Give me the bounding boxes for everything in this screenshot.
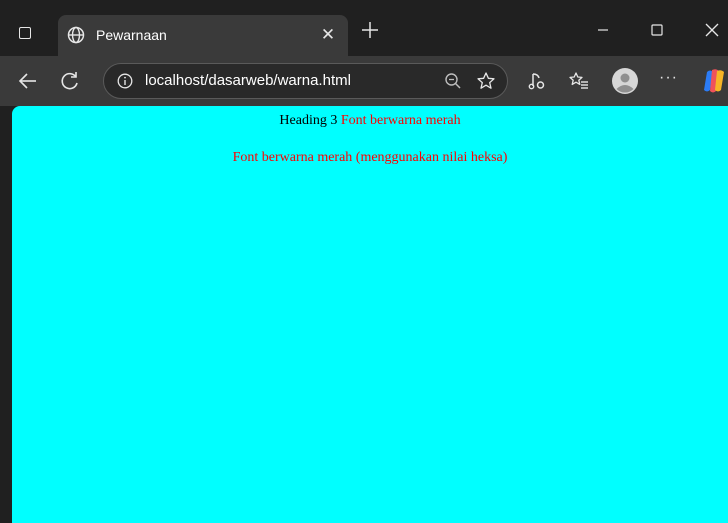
heading-line: Heading 3 Font berwarna merah [12,113,728,129]
refresh-icon[interactable] [59,70,81,92]
copilot-icon[interactable] [701,68,728,94]
globe-icon [67,26,85,44]
tab-bar: Pewarnaan ✕ [0,0,728,56]
window-close-button[interactable] [697,18,727,42]
info-icon[interactable] [117,73,133,89]
minimize-button[interactable] [588,18,618,42]
zoom-out-icon[interactable] [444,72,462,90]
browser-toolbar: localhost/dasarweb/warna.html ··· [0,56,728,106]
new-tab-button[interactable] [361,21,379,39]
heading-red-text: Font berwarna merah [340,113,461,128]
page-viewport: Heading 3 Font berwarna merah Font berwa… [12,106,728,523]
address-bar[interactable]: localhost/dasarweb/warna.html [103,63,508,99]
favorites-icon[interactable] [568,70,590,92]
paragraph-red-text: Font berwarna merah (menggunakan nilai h… [232,150,508,165]
profile-icon[interactable] [612,68,638,94]
tab-close-button[interactable]: ✕ [320,25,336,45]
heading-text: Heading 3 [279,113,338,128]
star-icon[interactable] [476,71,496,91]
maximize-button[interactable] [642,18,672,42]
address-url[interactable]: localhost/dasarweb/warna.html [145,72,351,89]
tab-title: Pewarnaan [96,27,167,43]
sidebar-toggle-icon[interactable] [19,27,31,39]
tab-pewarnaan[interactable]: Pewarnaan ✕ [58,15,348,56]
more-icon[interactable]: ··· [659,69,678,87]
read-aloud-icon[interactable] [526,70,548,92]
back-arrow-icon[interactable] [17,70,39,92]
